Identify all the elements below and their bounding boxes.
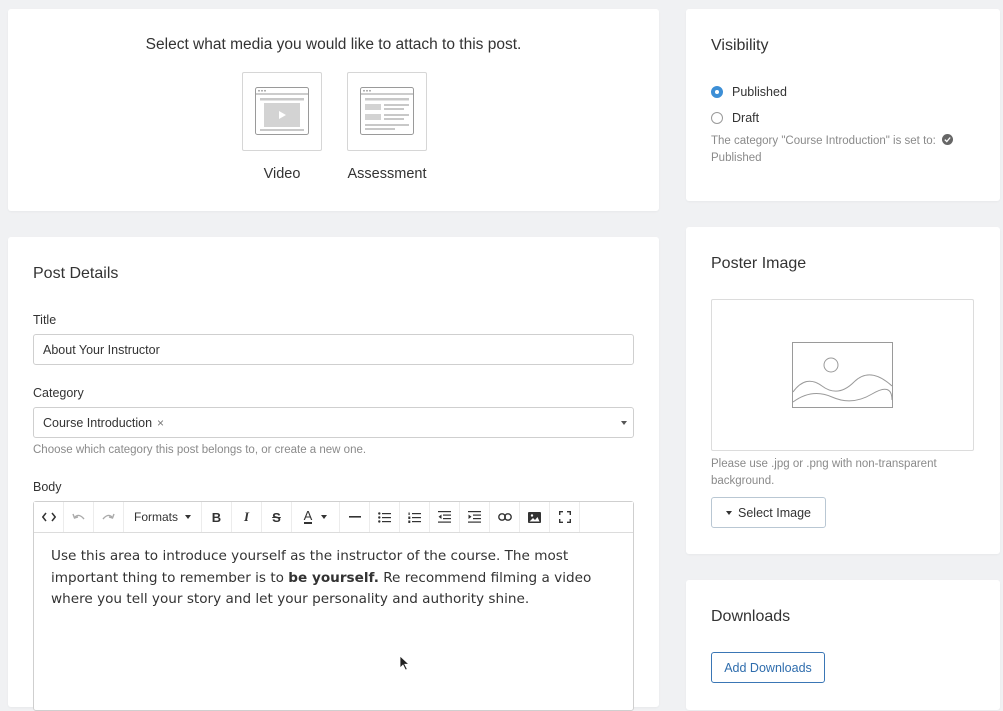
visibility-note-text: The category "Course Introduction" is se… <box>711 135 936 147</box>
visibility-status: Published <box>711 152 762 164</box>
category-help-text: Choose which category this post belongs … <box>33 444 367 456</box>
video-media-option[interactable]: Video <box>242 72 322 182</box>
visibility-title: Visibility <box>711 37 769 54</box>
body-editor: Formats B I S A Use this area to introdu… <box>33 501 634 711</box>
text-color-icon[interactable]: A <box>292 502 340 532</box>
outdent-icon[interactable] <box>430 502 460 532</box>
poster-image-dropzone[interactable] <box>711 299 974 451</box>
downloads-card: Downloads Add Downloads <box>686 580 1000 710</box>
draft-radio-option[interactable]: Draft <box>711 111 759 125</box>
category-label: Category <box>33 386 84 400</box>
category-select[interactable]: Course Introduction × <box>33 407 634 438</box>
assessment-label: Assessment <box>347 166 427 182</box>
poster-help-text: Please use .jpg or .png with non-transpa… <box>711 458 937 487</box>
assessment-media-option[interactable]: Assessment <box>347 72 427 182</box>
mouse-cursor-icon <box>399 655 410 671</box>
body-bold-text: be yourself. <box>288 569 379 586</box>
formats-label: Formats <box>133 510 178 524</box>
bullet-list-icon[interactable] <box>370 502 400 532</box>
undo-icon[interactable] <box>64 502 94 532</box>
media-selection-card: Select what media you would like to atta… <box>8 9 659 211</box>
downloads-title: Downloads <box>711 608 791 625</box>
poster-image-card: Poster Image Please use .jpg or .png wit… <box>686 227 1000 554</box>
image-placeholder-icon <box>792 342 893 408</box>
published-label: Published <box>732 85 787 99</box>
title-label: Title <box>33 313 57 327</box>
visibility-note: The category "Course Introduction" is se… <box>711 133 971 167</box>
draft-radio[interactable] <box>711 112 723 124</box>
assessment-template-icon <box>360 87 414 135</box>
select-image-button[interactable]: Select Image <box>711 497 826 528</box>
bold-icon[interactable]: B <box>202 502 232 532</box>
horizontal-rule-icon[interactable] <box>340 502 370 532</box>
poster-image-title: Poster Image <box>711 255 807 272</box>
code-icon[interactable] <box>34 502 64 532</box>
chevron-down-icon <box>726 510 733 515</box>
title-input[interactable] <box>33 334 634 365</box>
strikethrough-icon[interactable]: S <box>262 502 292 532</box>
select-image-label: Select Image <box>738 505 811 520</box>
category-tag: Course Introduction <box>43 416 153 430</box>
add-downloads-label: Add Downloads <box>724 660 812 675</box>
published-radio[interactable] <box>711 86 723 98</box>
post-details-title: Post Details <box>33 265 119 282</box>
image-icon[interactable] <box>520 502 550 532</box>
published-radio-option[interactable]: Published <box>711 85 787 99</box>
post-details-card: Post Details Title Category Course Intro… <box>8 237 659 711</box>
editor-content[interactable]: Use this area to introduce yourself as t… <box>51 546 623 611</box>
fullscreen-icon[interactable] <box>550 502 580 532</box>
link-icon[interactable] <box>490 502 520 532</box>
draft-label: Draft <box>732 111 760 125</box>
visibility-card: Visibility Published Draft The category … <box>686 9 1000 201</box>
add-downloads-button[interactable]: Add Downloads <box>711 652 825 683</box>
remove-category-icon[interactable]: × <box>157 416 164 430</box>
chevron-down-icon <box>185 515 191 519</box>
body-label: Body <box>33 480 62 494</box>
italic-icon[interactable]: I <box>232 502 262 532</box>
editor-toolbar: Formats B I S A <box>34 502 633 533</box>
chevron-down-icon[interactable] <box>621 421 627 425</box>
numbered-list-icon[interactable] <box>400 502 430 532</box>
video-tile[interactable] <box>242 72 322 151</box>
formats-dropdown[interactable]: Formats <box>124 502 202 532</box>
media-prompt: Select what media you would like to atta… <box>145 36 522 53</box>
redo-icon[interactable] <box>94 502 124 532</box>
assessment-tile[interactable] <box>347 72 427 151</box>
indent-icon[interactable] <box>460 502 490 532</box>
video-template-icon <box>255 87 309 135</box>
check-circle-icon <box>942 134 954 145</box>
video-label: Video <box>263 166 301 182</box>
